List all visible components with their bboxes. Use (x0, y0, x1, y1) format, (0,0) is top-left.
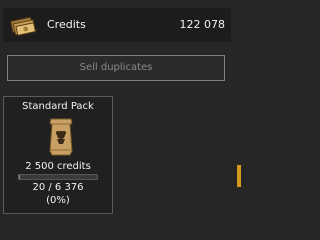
credits-label: Credits (47, 18, 86, 31)
pack-progress-bar (18, 174, 98, 180)
pack-title: Standard Pack (22, 101, 94, 112)
card-pack-icon (48, 117, 74, 157)
pack-price: 2 500 credits (25, 161, 91, 172)
credits-value: 122 078 (179, 18, 226, 31)
pack-card-standard[interactable]: Standard Pack 2 500 credits 20 / 6 376 (… (3, 96, 113, 214)
pack-progress-percent: (0%) (46, 195, 70, 206)
pack-progress-count: 20 / 6 376 (32, 182, 84, 193)
side-scroll-indicator[interactable] (237, 165, 241, 187)
sell-duplicates-button[interactable]: Sell duplicates (7, 55, 225, 81)
credits-bundle-icon (9, 15, 37, 37)
credits-bar: Credits 122 078 (3, 8, 231, 42)
